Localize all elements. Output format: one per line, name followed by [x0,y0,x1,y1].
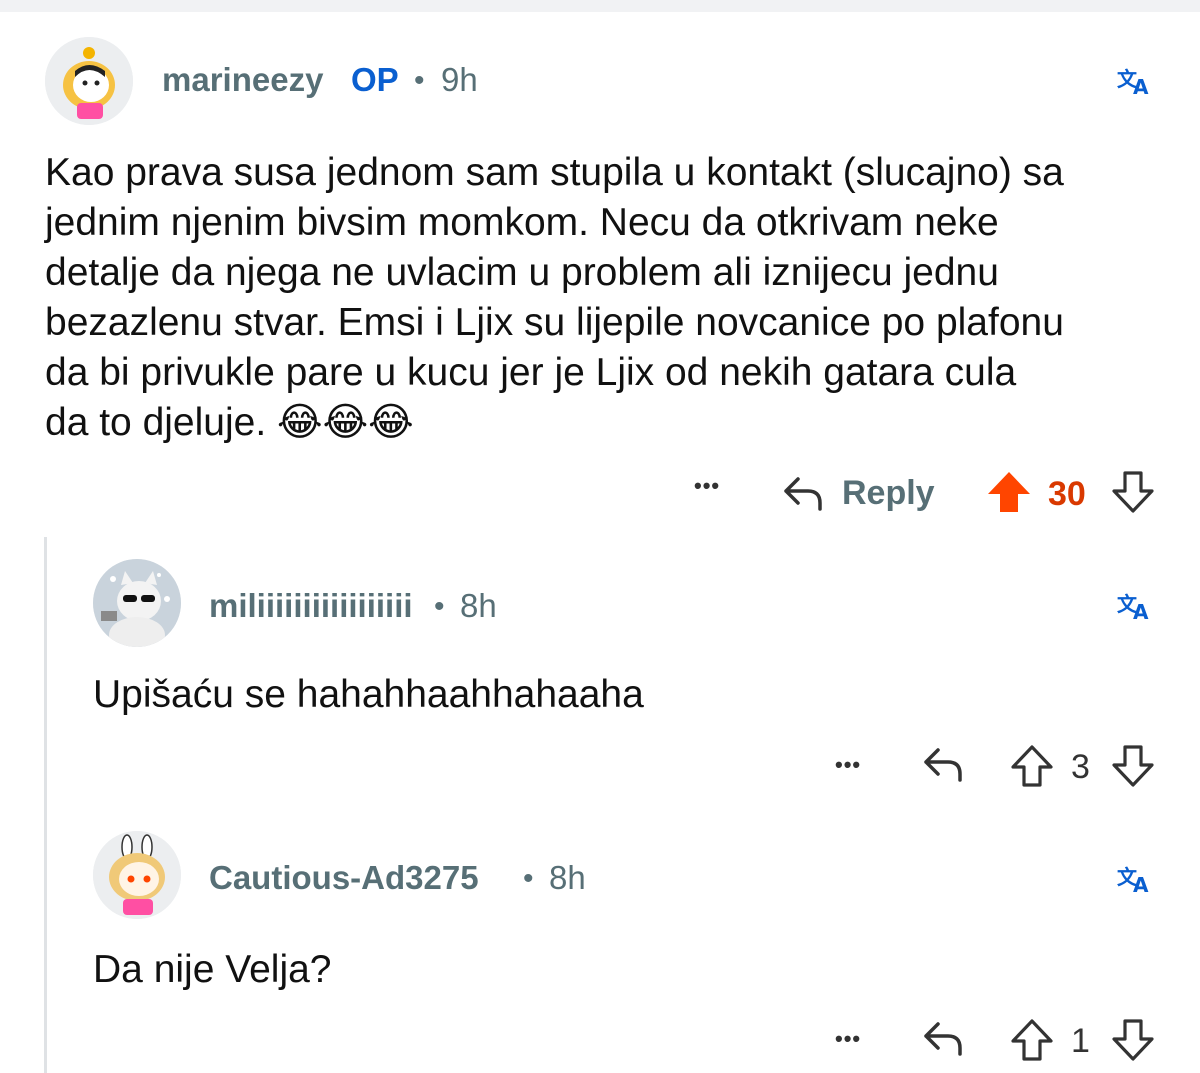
upvote-button[interactable] [1010,744,1054,788]
comment-body: Da nije Velja? [93,948,332,991]
thread-line[interactable] [44,537,47,1073]
comment-time: 9h [441,61,478,98]
meta-separator: • [434,590,445,623]
avatar[interactable] [45,37,133,125]
upvote-button[interactable] [1010,1018,1054,1062]
downvote-arrow-icon [1112,1019,1154,1061]
translate-icon[interactable]: 文 A [1117,589,1153,621]
svg-text:A: A [1133,600,1149,621]
upvote-arrow-icon [1011,745,1053,787]
comment-body: Kao prava susa jednom sam stupila u kont… [45,148,1175,448]
downvote-button[interactable] [1111,744,1155,788]
comment-time: 8h [460,587,497,624]
comment-line: Kao prava susa jednom sam stupila u kont… [45,151,1064,194]
comment-line: da bi privukle pare u kucu jer je Ljix o… [45,351,1017,394]
reply-arrow-icon [784,477,822,511]
more-options-button[interactable]: ••• [694,473,720,499]
top-divider [0,0,1200,12]
avatar[interactable] [93,559,181,647]
reply-button[interactable] [920,1018,966,1058]
comment-time: 8h [549,859,586,896]
meta-separator: • [414,64,425,97]
meta-separator: • [523,862,534,895]
reply-button[interactable]: Reply [780,468,935,518]
more-options-button[interactable]: ••• [835,752,861,778]
upvote-button[interactable] [986,470,1032,514]
downvote-arrow-icon [1112,745,1154,787]
comment-username[interactable]: marineezy [162,61,323,99]
vote-count: 3 [1071,748,1090,786]
comment-line: jednim njenim bivsim momkom. Necu da otk… [45,201,999,244]
reply-arrow-icon [924,748,962,782]
comment-line: bezazlenu stvar. Emsi i Ljix su lijepile… [45,301,1064,344]
downvote-arrow-icon [1112,471,1154,513]
op-badge: OP [351,61,399,98]
vote-count: 1 [1071,1022,1090,1060]
comment-username[interactable]: miliiiiiiiiiiiiiiiii [209,587,413,625]
svg-text:A: A [1133,873,1149,894]
comment-line: detalje da njega ne uvlacim u problem al… [45,251,999,294]
downvote-button[interactable] [1111,470,1155,514]
comment-line: da to djeluje. 😂😂😂 [45,401,414,444]
upvote-arrow-icon [988,472,1030,512]
downvote-button[interactable] [1111,1018,1155,1062]
translate-icon[interactable]: 文 A [1117,64,1153,96]
reply-arrow-icon [924,1022,962,1056]
comment-username[interactable]: Cautious-Ad3275 [209,859,479,897]
translate-icon[interactable]: 文 A [1117,862,1153,894]
reply-button[interactable] [920,744,966,784]
avatar[interactable] [93,831,181,919]
vote-count: 30 [1048,475,1086,513]
reply-label: Reply [842,473,935,512]
svg-text:A: A [1133,75,1149,96]
upvote-arrow-icon [1011,1019,1053,1061]
more-options-button[interactable]: ••• [835,1026,861,1052]
comment-body: Upišaću se hahahhaahhahaaha [93,673,644,716]
